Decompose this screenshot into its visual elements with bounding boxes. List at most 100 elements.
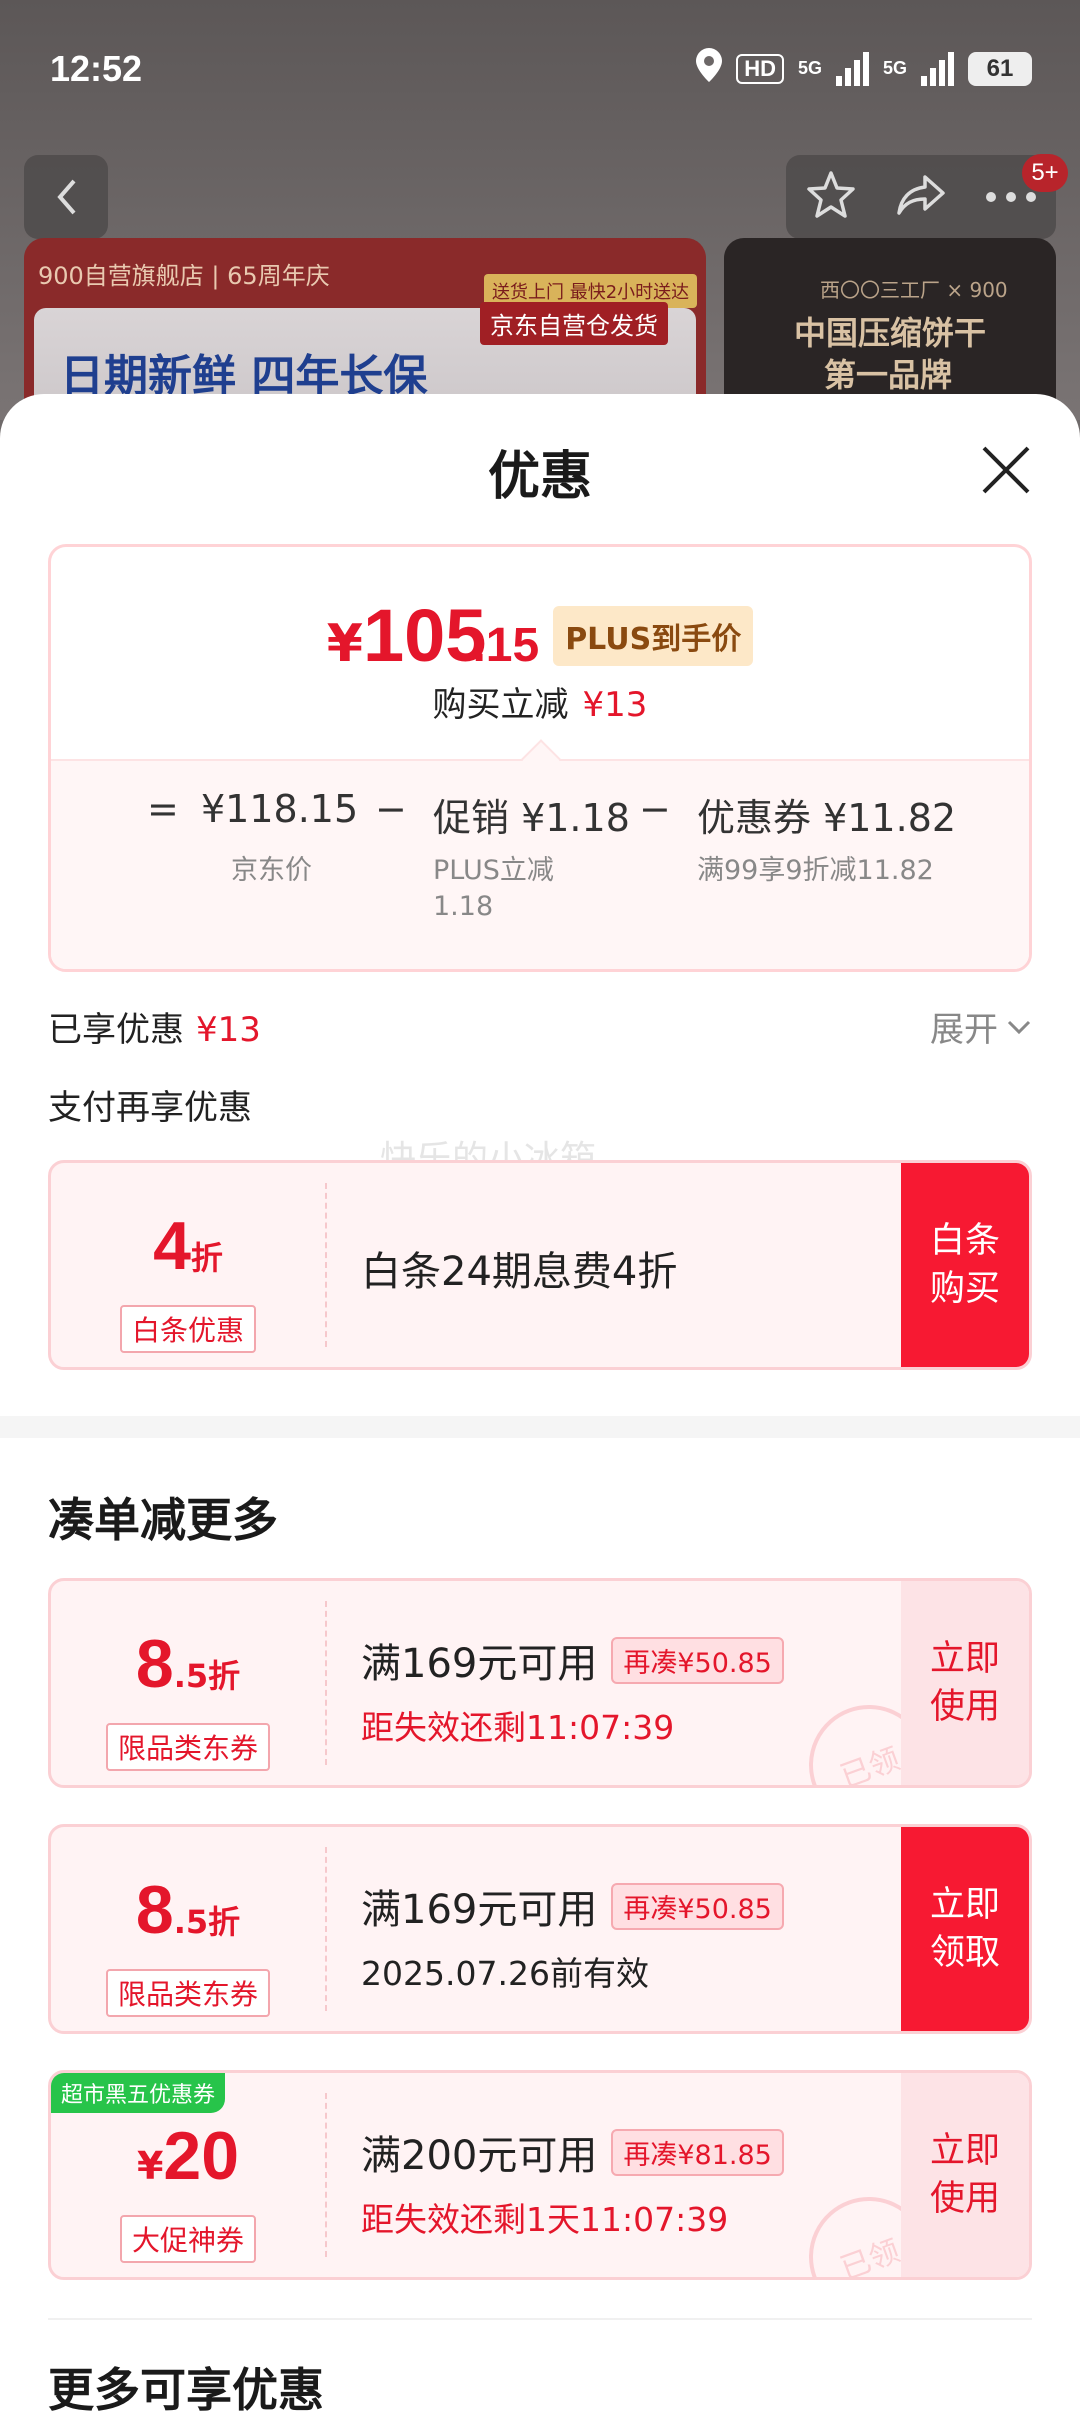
coupon-divider bbox=[325, 1847, 327, 2011]
promo-amount: 促销 ¥1.18 bbox=[433, 796, 630, 840]
baitiao-tag: 白条优惠 bbox=[119, 1305, 257, 1353]
final-price: ¥105.15 PLUS到手价 bbox=[51, 593, 1029, 678]
coupon-amount: ¥20 bbox=[51, 2117, 325, 2195]
enjoyed-value: ¥13 bbox=[196, 1010, 261, 1050]
signal-icon bbox=[835, 51, 869, 86]
baitiao-action-line1: 白条 bbox=[929, 1221, 1000, 1261]
coupon-number: 8 bbox=[135, 1872, 174, 1948]
baitiao-action-line2: 购买 bbox=[929, 1269, 1000, 1309]
action-line2: 领取 bbox=[929, 1933, 1000, 1973]
coupon-unit: .5折 bbox=[173, 1657, 241, 1695]
status-icons: HD 5G 5G 61 bbox=[696, 48, 1032, 89]
share-icon[interactable] bbox=[895, 169, 947, 225]
section-title-more-offers: 更多可享优惠 bbox=[48, 2363, 324, 2412]
coupon-condition-row: 满169元可用 再凑¥50.85 bbox=[361, 1631, 784, 1689]
coupon-currency: ¥ bbox=[136, 2144, 164, 2188]
coupon-pill: 再凑¥50.85 bbox=[611, 1882, 784, 1930]
reduction-label: 购买立减 bbox=[432, 685, 569, 725]
coupon-tag: 大促神券 bbox=[119, 2215, 257, 2263]
baitiao-desc: 白条24期息费4折 bbox=[361, 1249, 678, 1295]
coupon-pill: 再凑¥81.85 bbox=[611, 2128, 784, 2176]
action-line1: 立即 bbox=[929, 1885, 1000, 1925]
header-actions bbox=[786, 155, 1056, 239]
baitiao-discount: 4折 bbox=[51, 1207, 325, 1285]
action-line2: 使用 bbox=[929, 2179, 1000, 2219]
enjoyed-label: 已享优惠 bbox=[48, 1010, 184, 1050]
coupon-card[interactable]: 8.5折 限品类东券 满169元可用 再凑¥50.85 2025.07.26前有… bbox=[48, 1824, 1032, 2034]
action-line1: 立即 bbox=[929, 2131, 1000, 2171]
star-icon[interactable] bbox=[805, 169, 857, 225]
coupon-validity: 2025.07.26前有效 bbox=[361, 1954, 649, 1993]
minus-sign-2: − bbox=[639, 787, 671, 831]
price-integer: 105 bbox=[362, 594, 487, 677]
section-title-more: 凑单减更多 bbox=[48, 1493, 278, 1547]
section-gap bbox=[0, 1416, 1080, 1438]
jd-price-label: 京东价 bbox=[231, 855, 312, 886]
use-now-button[interactable]: 立即 使用 bbox=[901, 1581, 1029, 1785]
coupon-card[interactable]: 8.5折 限品类东券 满169元可用 再凑¥50.85 距失效还剩11:07:3… bbox=[48, 1578, 1032, 1788]
purchase-reduction: 购买立减 ¥13 bbox=[51, 677, 1029, 726]
price-currency: ¥ bbox=[326, 614, 363, 674]
coupon-expiry: 距失效还剩1天11:07:39 bbox=[361, 2200, 729, 2239]
close-button[interactable] bbox=[978, 442, 1034, 498]
coupon-discount: 8.5折 bbox=[51, 1871, 325, 1949]
coupon-discount: 8.5折 bbox=[51, 1625, 325, 1703]
coupon-pill: 再凑¥50.85 bbox=[611, 1636, 784, 1684]
action-line2: 使用 bbox=[929, 1687, 1000, 1727]
baitiao-buy-button[interactable]: 白条 购买 bbox=[901, 1163, 1029, 1367]
coupon-condition-row: 满169元可用 再凑¥50.85 bbox=[361, 1877, 784, 1935]
coupon-left: 8.5折 限品类东券 bbox=[51, 1827, 325, 2031]
price-breakdown: = ¥118.15 京东价 − 促销 ¥1.18 PLUS立减 1.18 − 优… bbox=[51, 759, 1029, 969]
plus-price-tag: PLUS到手价 bbox=[553, 605, 754, 666]
action-line1: 立即 bbox=[929, 1639, 1000, 1679]
coupon-condition: 满169元可用 bbox=[361, 1887, 598, 1933]
baitiao-card[interactable]: 4折 白条优惠 白条24期息费4折 白条购买 bbox=[48, 1160, 1032, 1370]
chevron-left-icon bbox=[57, 179, 76, 215]
coupon-body: 满169元可用 再凑¥50.85 距失效还剩11:07:39 bbox=[361, 1631, 784, 1749]
signal-icon-2 bbox=[921, 51, 954, 86]
minus-sign-1: − bbox=[375, 787, 407, 831]
expand-button[interactable]: 展开 bbox=[930, 1002, 1032, 1051]
status-bar: 12:52 HD 5G 5G 61 bbox=[0, 0, 1080, 140]
baitiao-left: 4折 白条优惠 bbox=[51, 1163, 325, 1367]
reduction-value: ¥13 bbox=[582, 685, 648, 725]
message-badge: 5+ bbox=[1022, 154, 1068, 192]
back-button[interactable] bbox=[24, 155, 108, 239]
sheet-title: 优惠 bbox=[487, 447, 592, 507]
enjoyed-discount: 已享优惠 ¥13 bbox=[48, 1002, 261, 1051]
coupon-divider bbox=[325, 2093, 327, 2257]
pay-more-title: 支付再享优惠 bbox=[48, 1088, 252, 1128]
coupon-number: 8 bbox=[135, 1626, 174, 1702]
baitiao-body: 白条24期息费4折 bbox=[361, 1239, 677, 1297]
promo-label-2: 1.18 bbox=[433, 891, 494, 922]
coupon-expiry: 距失效还剩11:07:39 bbox=[361, 1708, 675, 1747]
coupon-condition-row: 满200元可用 再凑¥81.85 bbox=[361, 2123, 784, 2181]
price-card: ¥105.15 PLUS到手价 购买立减 ¥13 = ¥118.15 京东价 − … bbox=[48, 544, 1032, 972]
coupon-left: 8.5折 限品类东券 bbox=[51, 1581, 325, 1785]
coupon-label: 满99享9折减11.82 bbox=[697, 855, 934, 886]
coupon-card[interactable]: 超市黑五优惠券 ¥20 大促神券 满200元可用 再凑¥81.85 距失效还剩1… bbox=[48, 2070, 1032, 2280]
location-icon bbox=[696, 48, 723, 89]
expand-label: 展开 bbox=[930, 1010, 998, 1050]
chevron-down-icon bbox=[1007, 1020, 1031, 1034]
coupon-tag: 限品类东券 bbox=[105, 1723, 271, 1771]
more-icon[interactable] bbox=[985, 188, 1037, 207]
warehouse-tag: 京东自营仓发货 bbox=[480, 302, 668, 345]
network-label-2: 5G bbox=[882, 58, 907, 78]
jd-price: ¥118.15 bbox=[201, 787, 359, 831]
equals-sign: = bbox=[147, 787, 179, 831]
coupon-condition: 满200元可用 bbox=[361, 2133, 598, 2179]
coupon-divider bbox=[325, 1601, 327, 1765]
hd-icon: HD bbox=[736, 53, 784, 84]
coupon-unit: .5折 bbox=[173, 1903, 241, 1941]
coupon-divider bbox=[325, 1183, 327, 1347]
coupon-body: 满169元可用 再凑¥50.85 2025.07.26前有效 bbox=[361, 1877, 784, 1995]
coupon-number: 20 bbox=[163, 2118, 240, 2194]
close-icon bbox=[982, 446, 1030, 494]
claim-now-button[interactable]: 立即 领取 bbox=[901, 1827, 1029, 2031]
price-decimal: .15 bbox=[472, 619, 540, 672]
discount-sheet: 优惠 ¥105.15 PLUS到手价 购买立减 ¥13 = ¥118.15 京东价… bbox=[0, 394, 1080, 2412]
network-label: 5G bbox=[797, 58, 822, 78]
use-now-button[interactable]: 立即 使用 bbox=[901, 2073, 1029, 2277]
battery-icon: 61 bbox=[968, 51, 1032, 86]
